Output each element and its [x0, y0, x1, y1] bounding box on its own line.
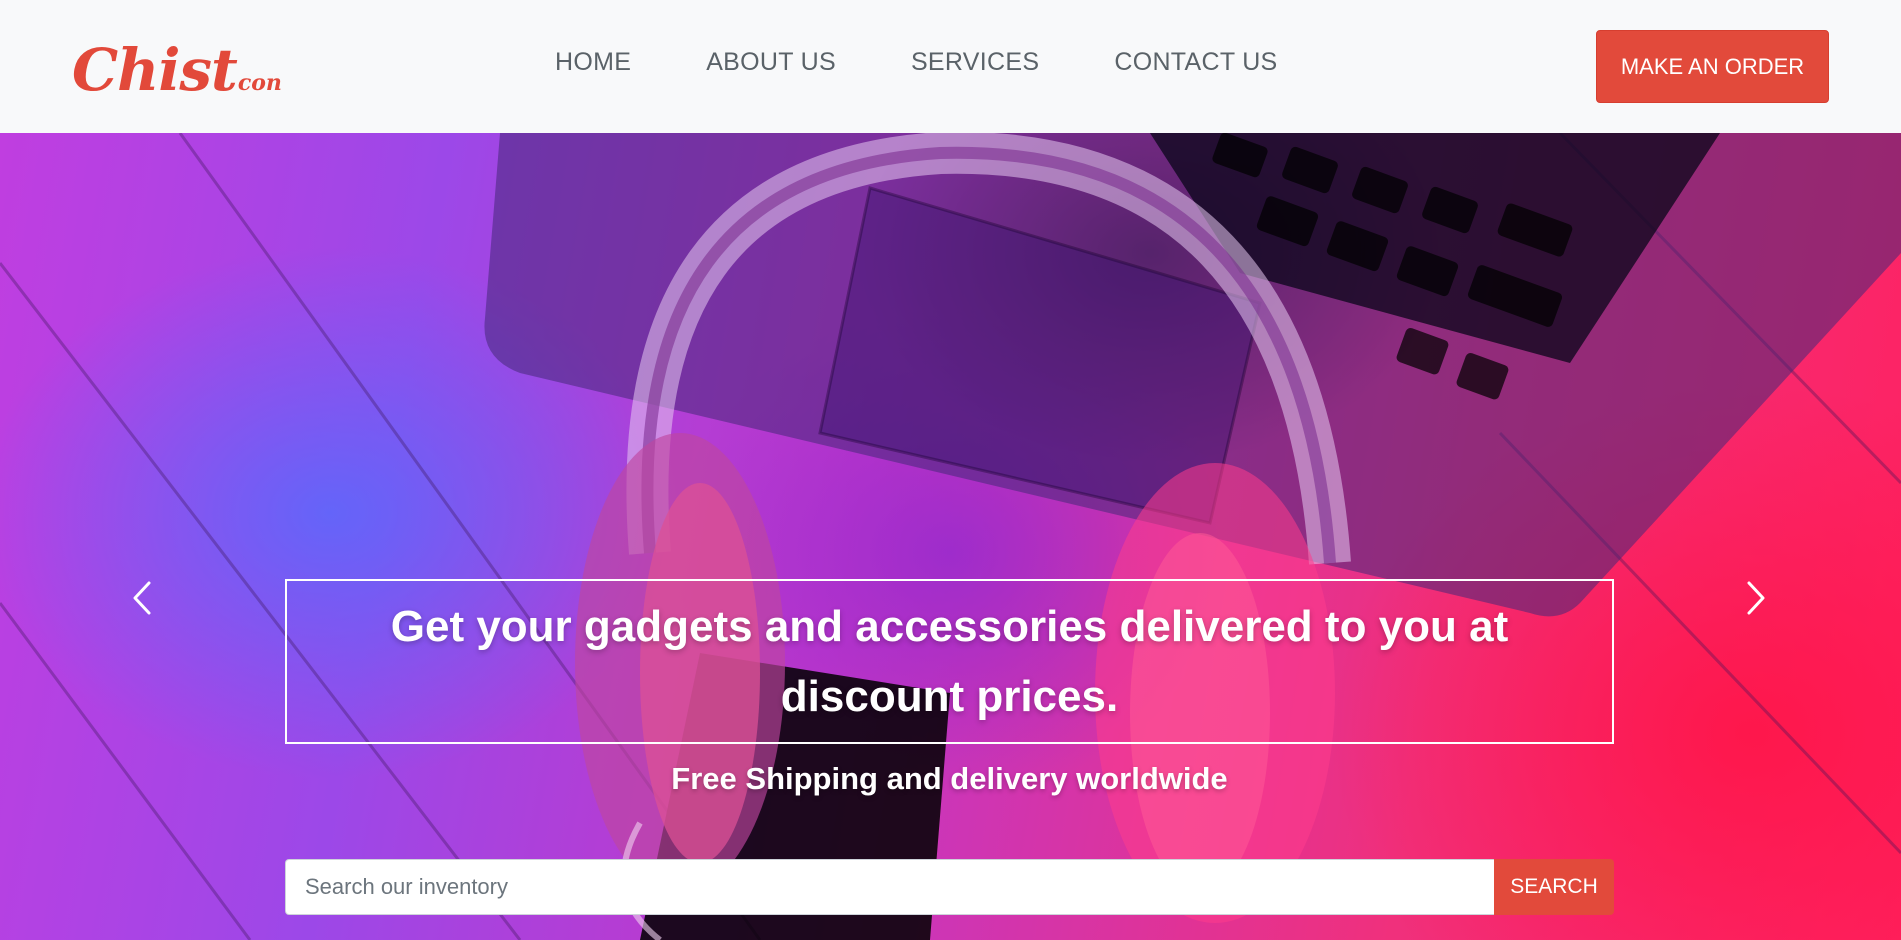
brand-logo-sub: con: [237, 70, 282, 96]
search-input[interactable]: [285, 859, 1494, 915]
nav-item-services[interactable]: SERVICES: [911, 48, 1039, 77]
hero-carousel: Get your gadgets and accessories deliver…: [0, 133, 1901, 940]
brand-logo[interactable]: Chist con: [72, 30, 282, 100]
chevron-right-icon: [1747, 581, 1765, 615]
carousel-prev-button[interactable]: [122, 573, 162, 623]
navbar: Chist con HOME ABOUT US SERVICES CONTACT…: [0, 0, 1901, 133]
hero-subheadline: Free Shipping and delivery worldwide: [671, 761, 1228, 796]
hero-headline-box: Get your gadgets and accessories deliver…: [285, 579, 1614, 744]
carousel-next-button[interactable]: [1736, 573, 1776, 623]
brand-logo-main: Chist: [72, 36, 238, 104]
nav-item-contact-us[interactable]: CONTACT US: [1114, 48, 1277, 77]
hero-background-image: [0, 133, 1901, 940]
nav-item-about-us[interactable]: ABOUT US: [706, 48, 836, 77]
hero-headline: Get your gadgets and accessories deliver…: [390, 601, 1509, 721]
make-an-order-button[interactable]: MAKE AN ORDER: [1596, 30, 1829, 103]
main-nav: HOME ABOUT US SERVICES CONTACT US: [555, 48, 1278, 77]
chevron-left-icon: [133, 581, 151, 615]
nav-item-home[interactable]: HOME: [555, 48, 631, 77]
search-button[interactable]: SEARCH: [1494, 859, 1614, 915]
search-form: SEARCH: [285, 859, 1614, 915]
